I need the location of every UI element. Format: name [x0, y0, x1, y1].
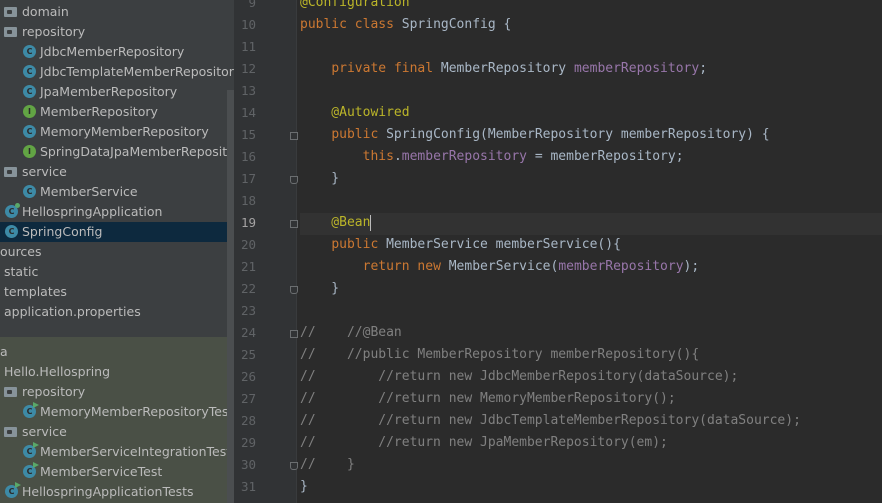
class-icon: C [23, 185, 36, 198]
code-line[interactable]: @Configuration [300, 0, 882, 14]
line-number: 30 [240, 457, 256, 472]
fold-marker-icon[interactable] [290, 132, 298, 140]
line-number: 14 [240, 105, 256, 120]
gutter-separator [296, 0, 297, 503]
line-number: 16 [240, 149, 256, 164]
tree-item-static[interactable]: static [0, 262, 227, 282]
tree-item-spring-data-jpa-member-repository[interactable]: I SpringDataJpaMemberRepository [0, 142, 234, 162]
line-number: 21 [240, 259, 256, 274]
code-line[interactable] [300, 300, 882, 322]
code-line[interactable]: } [300, 278, 882, 300]
fold-marker-icon[interactable] [290, 286, 298, 294]
tree-item-domain[interactable]: domain [0, 2, 227, 22]
code-line[interactable]: // //return new JpaMemberRepository(em); [300, 432, 882, 454]
tree-item-member-service[interactable]: C MemberService [0, 182, 227, 202]
code-line[interactable]: public MemberService memberService(){ [300, 234, 882, 256]
line-number: 15 [240, 127, 256, 142]
tree-item-templates[interactable]: templates [0, 282, 227, 302]
code-line[interactable]: @Autowired [300, 102, 882, 124]
code-line[interactable]: return new MemberService(memberRepositor… [300, 256, 882, 278]
class-icon: C [23, 125, 36, 138]
tree-item-spring-config[interactable]: C SpringConfig [0, 222, 227, 242]
folder-icon [4, 427, 17, 437]
line-number: 29 [240, 435, 256, 450]
class-icon: C [5, 225, 18, 238]
folder-icon [4, 387, 17, 397]
tree-item-service[interactable]: service [0, 162, 227, 182]
code-line[interactable]: // //return new JdbcMemberRepository(dat… [300, 366, 882, 388]
line-number: 19 [240, 215, 256, 230]
code-line[interactable]: // } [300, 454, 882, 476]
text-caret [370, 214, 372, 231]
code-line[interactable]: this.memberRepository = memberRepository… [300, 146, 882, 168]
tree-item-repository[interactable]: repository [0, 22, 227, 42]
fold-marker-icon[interactable] [290, 176, 298, 184]
tree-item-member-service-integration-test[interactable]: C MemberServiceIntegrationTest [0, 442, 231, 462]
tree-item-jpa-member-repository[interactable]: C JpaMemberRepository [0, 82, 227, 102]
line-number: 26 [240, 369, 256, 384]
code-line[interactable]: public SpringConfig(MemberRepository mem… [300, 124, 882, 146]
tree-item-test-repository[interactable]: repository [0, 382, 227, 402]
code-line[interactable]: public class SpringConfig { [300, 14, 882, 36]
class-icon: C [23, 85, 36, 98]
code-line[interactable] [300, 80, 882, 102]
tree-scrollbar[interactable] [227, 90, 234, 503]
tree-item-hellospring-application-tests[interactable]: C HellospringApplicationTests [0, 482, 227, 502]
tree-item-member-repository[interactable]: I MemberRepository [0, 102, 227, 122]
tree-item-memory-member-repository[interactable]: C MemoryMemberRepository [0, 122, 227, 142]
tree-item-application-properties[interactable]: application.properties [0, 302, 227, 322]
line-number: 13 [240, 83, 256, 98]
line-number: 18 [240, 193, 256, 208]
tree-item-test-service[interactable]: service [0, 422, 227, 442]
line-number: 25 [240, 347, 256, 362]
line-number: 17 [240, 171, 256, 186]
interface-icon: I [23, 145, 36, 158]
interface-icon: I [23, 105, 36, 118]
test-class-icon: C [23, 405, 36, 418]
line-number: 27 [240, 391, 256, 406]
line-number: 12 [240, 61, 256, 76]
folder-icon [4, 27, 17, 37]
folder-icon [4, 7, 17, 17]
tree-item-resources[interactable]: ources [0, 242, 227, 262]
fold-marker-icon[interactable] [290, 330, 298, 338]
line-number: 11 [240, 39, 256, 54]
class-icon: C [23, 65, 36, 78]
line-number: 31 [240, 479, 256, 494]
line-number: 28 [240, 413, 256, 428]
fold-marker-icon[interactable] [290, 462, 298, 470]
code-line[interactable]: private final MemberRepository memberRep… [300, 58, 882, 80]
code-line[interactable]: @Bean [300, 212, 882, 234]
code-line[interactable]: // //@Bean [300, 322, 882, 344]
fold-marker-icon[interactable] [290, 220, 298, 228]
code-line[interactable]: } [300, 168, 882, 190]
line-number: 9 [248, 0, 256, 10]
spring-app-icon: C [5, 203, 20, 218]
tree-item-hello-hellospring[interactable]: Hello.Hellospring [0, 362, 227, 382]
line-number: 10 [240, 17, 256, 32]
line-number: 23 [240, 303, 256, 318]
tree-item-java-test[interactable]: a [0, 342, 227, 362]
tree-item-member-service-test[interactable]: C MemberServiceTest [0, 462, 227, 482]
code-line[interactable] [300, 36, 882, 58]
test-class-icon: C [23, 445, 36, 458]
tree-item-jdbc-template-member-repository[interactable]: C JdbcTemplateMemberRepository [0, 62, 234, 82]
line-number: 22 [240, 281, 256, 296]
line-number: 20 [240, 237, 256, 252]
test-class-icon: C [23, 465, 36, 478]
class-icon: C [23, 45, 36, 58]
code-line[interactable]: // //return new JdbcTemplateMemberReposi… [300, 410, 882, 432]
project-tree-panel: domain repository C JdbcMemberRepository… [0, 0, 234, 503]
tree-item-hellospring-application[interactable]: C HellospringApplication [0, 202, 227, 222]
tree-item-memory-member-repository-test[interactable]: C MemoryMemberRepositoryTest [0, 402, 233, 422]
code-line[interactable] [300, 190, 882, 212]
test-class-icon: C [5, 485, 18, 498]
code-line[interactable]: } [300, 476, 882, 498]
code-line[interactable]: // //public MemberRepository memberRepos… [300, 344, 882, 366]
code-line[interactable]: // //return new MemoryMemberRepository()… [300, 388, 882, 410]
line-number: 24 [240, 325, 256, 340]
folder-icon [4, 167, 17, 177]
tree-item-jdbc-member-repository[interactable]: C JdbcMemberRepository [0, 42, 227, 62]
